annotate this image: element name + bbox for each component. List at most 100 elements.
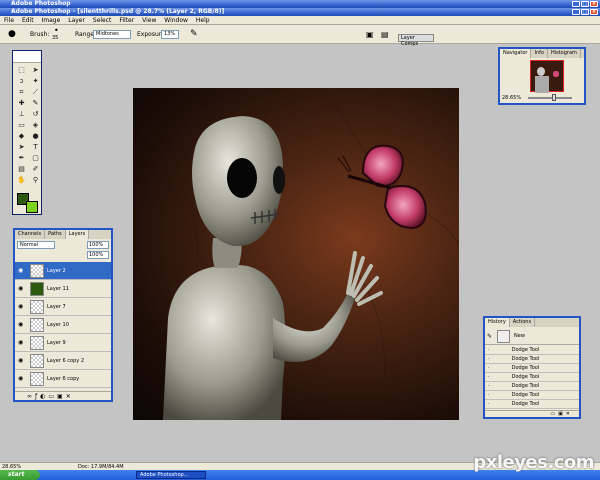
visibility-eye-icon[interactable]: ◉ xyxy=(18,304,24,310)
history-brush-icon[interactable]: · xyxy=(488,365,490,371)
layer-row[interactable]: ◉ Layer 10 xyxy=(15,316,111,334)
layer-row[interactable]: ◉ Layer 11 xyxy=(15,280,111,298)
eyedropper-icon[interactable]: ✐ xyxy=(29,164,42,174)
zoom-icon[interactable]: ⚲ xyxy=(29,175,42,185)
menu-filter[interactable]: Filter xyxy=(119,17,134,24)
document-canvas[interactable] xyxy=(133,88,459,420)
navigator-zoom[interactable]: 28.65% xyxy=(502,95,521,101)
history-brush-icon[interactable]: · xyxy=(488,374,490,380)
magic-wand-icon[interactable]: ✦ xyxy=(29,76,42,86)
maximize-icon[interactable]: □ xyxy=(581,1,589,7)
lasso-icon[interactable]: ↄ xyxy=(15,76,28,86)
pen-icon[interactable]: ✒ xyxy=(15,153,28,163)
history-step[interactable]: Dodge Tool xyxy=(512,365,540,371)
history-brush-source-icon[interactable]: ✎ xyxy=(487,333,492,340)
shape-icon[interactable]: ▢ xyxy=(29,153,42,163)
history-brush-icon[interactable]: ↺ xyxy=(29,109,42,119)
app-title-bar[interactable]: Adobe Photoshop _ □ × xyxy=(0,0,600,8)
doc-maximize-icon[interactable]: □ xyxy=(581,9,589,15)
blur-icon[interactable]: ◆ xyxy=(15,131,28,141)
delete-layer-icon[interactable]: ✕ xyxy=(66,393,74,400)
eraser-icon[interactable]: ▭ xyxy=(15,120,28,130)
new-document-icon[interactable]: ▭ xyxy=(550,411,558,417)
airbrush-icon[interactable]: ✎ xyxy=(190,25,198,44)
slice-icon[interactable]: ⟋ xyxy=(29,87,42,97)
hand-icon[interactable]: ✋ xyxy=(15,175,28,185)
document-title-bar[interactable]: Adobe Photoshop - [silentthrills.psd @ 2… xyxy=(0,8,600,16)
opacity-field[interactable]: 100% xyxy=(87,241,109,249)
layer-row[interactable]: ◉ Layer 6 copy 2 xyxy=(15,352,111,370)
close-icon[interactable]: × xyxy=(590,1,598,7)
crop-icon[interactable]: ⌗ xyxy=(15,87,28,97)
history-brush-icon[interactable]: · xyxy=(488,356,490,362)
new-layer-icon[interactable]: ▣ xyxy=(57,393,66,400)
minimize-icon[interactable]: _ xyxy=(572,1,580,7)
menu-view[interactable]: View xyxy=(142,17,156,24)
tab-paths[interactable]: Paths xyxy=(45,230,66,239)
tab-histogram[interactable]: Histogram xyxy=(548,49,581,58)
zoom-slider-handle[interactable] xyxy=(552,94,556,101)
history-brush-icon[interactable]: · xyxy=(488,392,490,398)
visibility-eye-icon[interactable]: ◉ xyxy=(18,322,24,328)
history-step[interactable]: Dodge Tool xyxy=(512,356,540,362)
palette-well-icon[interactable]: ▤ xyxy=(381,25,389,44)
visibility-eye-icon[interactable]: ◉ xyxy=(18,286,24,292)
zoom-slider[interactable] xyxy=(528,97,572,99)
menu-select[interactable]: Select xyxy=(93,17,112,24)
navigator-thumbnail[interactable] xyxy=(530,60,564,93)
tab-info[interactable]: Info xyxy=(531,49,548,58)
doc-minimize-icon[interactable]: _ xyxy=(572,9,580,15)
range-select[interactable]: Midtones xyxy=(93,30,131,39)
doc-close-icon[interactable]: × xyxy=(590,9,598,15)
history-brush-icon[interactable]: · xyxy=(488,383,490,389)
healing-icon[interactable]: ✚ xyxy=(15,98,28,108)
stamp-icon[interactable]: ⊥ xyxy=(15,109,28,119)
tab-layers[interactable]: Layers xyxy=(65,230,90,239)
menu-file[interactable]: File xyxy=(4,17,14,24)
start-button[interactable]: start xyxy=(0,470,40,480)
layer-row[interactable]: ◉ Layer 2 xyxy=(15,262,111,280)
background-color-swatch[interactable] xyxy=(26,201,38,213)
delete-state-icon[interactable]: ✕ xyxy=(566,411,573,417)
path-select-icon[interactable]: ➤ xyxy=(15,142,28,152)
visibility-eye-icon[interactable]: ◉ xyxy=(18,358,24,364)
history-step[interactable]: Dodge Tool xyxy=(512,392,540,398)
visibility-eye-icon[interactable]: ◉ xyxy=(18,340,24,346)
menu-layer[interactable]: Layer xyxy=(68,17,85,24)
dodge-icon[interactable]: ● xyxy=(29,131,42,141)
tab-history[interactable]: History xyxy=(485,318,510,327)
bucket-icon[interactable]: ◈ xyxy=(29,120,42,130)
tab-navigator[interactable]: Navigator xyxy=(500,49,532,58)
layer-comps-tab[interactable]: Layer Comps xyxy=(398,34,434,47)
history-step[interactable]: Dodge Tool xyxy=(512,374,540,380)
brush-icon[interactable]: ✎ xyxy=(29,98,42,108)
history-brush-icon[interactable]: · xyxy=(488,401,490,407)
taskbar-item[interactable]: Adobe Photoshop... xyxy=(136,471,206,479)
history-snapshot[interactable]: ✎ New xyxy=(485,329,579,345)
marquee-icon[interactable]: ⬚ xyxy=(15,65,28,75)
fill-field[interactable]: 100% xyxy=(87,251,109,259)
layer-row[interactable]: ◉ Layer 9 xyxy=(15,334,111,352)
blend-mode-select[interactable]: Normal xyxy=(17,241,55,249)
visibility-eye-icon[interactable]: ◉ xyxy=(18,268,24,274)
layer-row[interactable]: ◉ Layer 7 xyxy=(15,298,111,316)
menu-edit[interactable]: Edit xyxy=(22,17,34,24)
new-group-icon[interactable]: ▭ xyxy=(48,393,57,400)
menu-help[interactable]: Help xyxy=(196,17,210,24)
tab-channels[interactable]: Channels xyxy=(15,230,46,239)
visibility-eye-icon[interactable]: ◉ xyxy=(18,376,24,382)
notes-icon[interactable]: ▤ xyxy=(15,164,28,174)
dodge-tool-icon[interactable]: ● xyxy=(8,25,16,44)
tab-actions[interactable]: Actions xyxy=(510,318,536,327)
type-icon[interactable]: T xyxy=(29,142,42,152)
exposure-field[interactable]: 13% xyxy=(161,30,179,39)
history-step[interactable]: Dodge Tool xyxy=(512,383,540,389)
tools-header[interactable] xyxy=(13,51,41,63)
file-browser-icon[interactable]: ▣ xyxy=(366,25,374,44)
new-snapshot-icon[interactable]: ▣ xyxy=(558,411,566,417)
history-step[interactable]: Dodge Tool xyxy=(512,401,540,407)
history-brush-icon[interactable]: · xyxy=(488,347,490,353)
menu-window[interactable]: Window xyxy=(164,17,188,24)
link-layers-icon[interactable]: ∞ xyxy=(27,393,35,400)
layer-row[interactable]: ◉ Layer 6 copy xyxy=(15,370,111,388)
